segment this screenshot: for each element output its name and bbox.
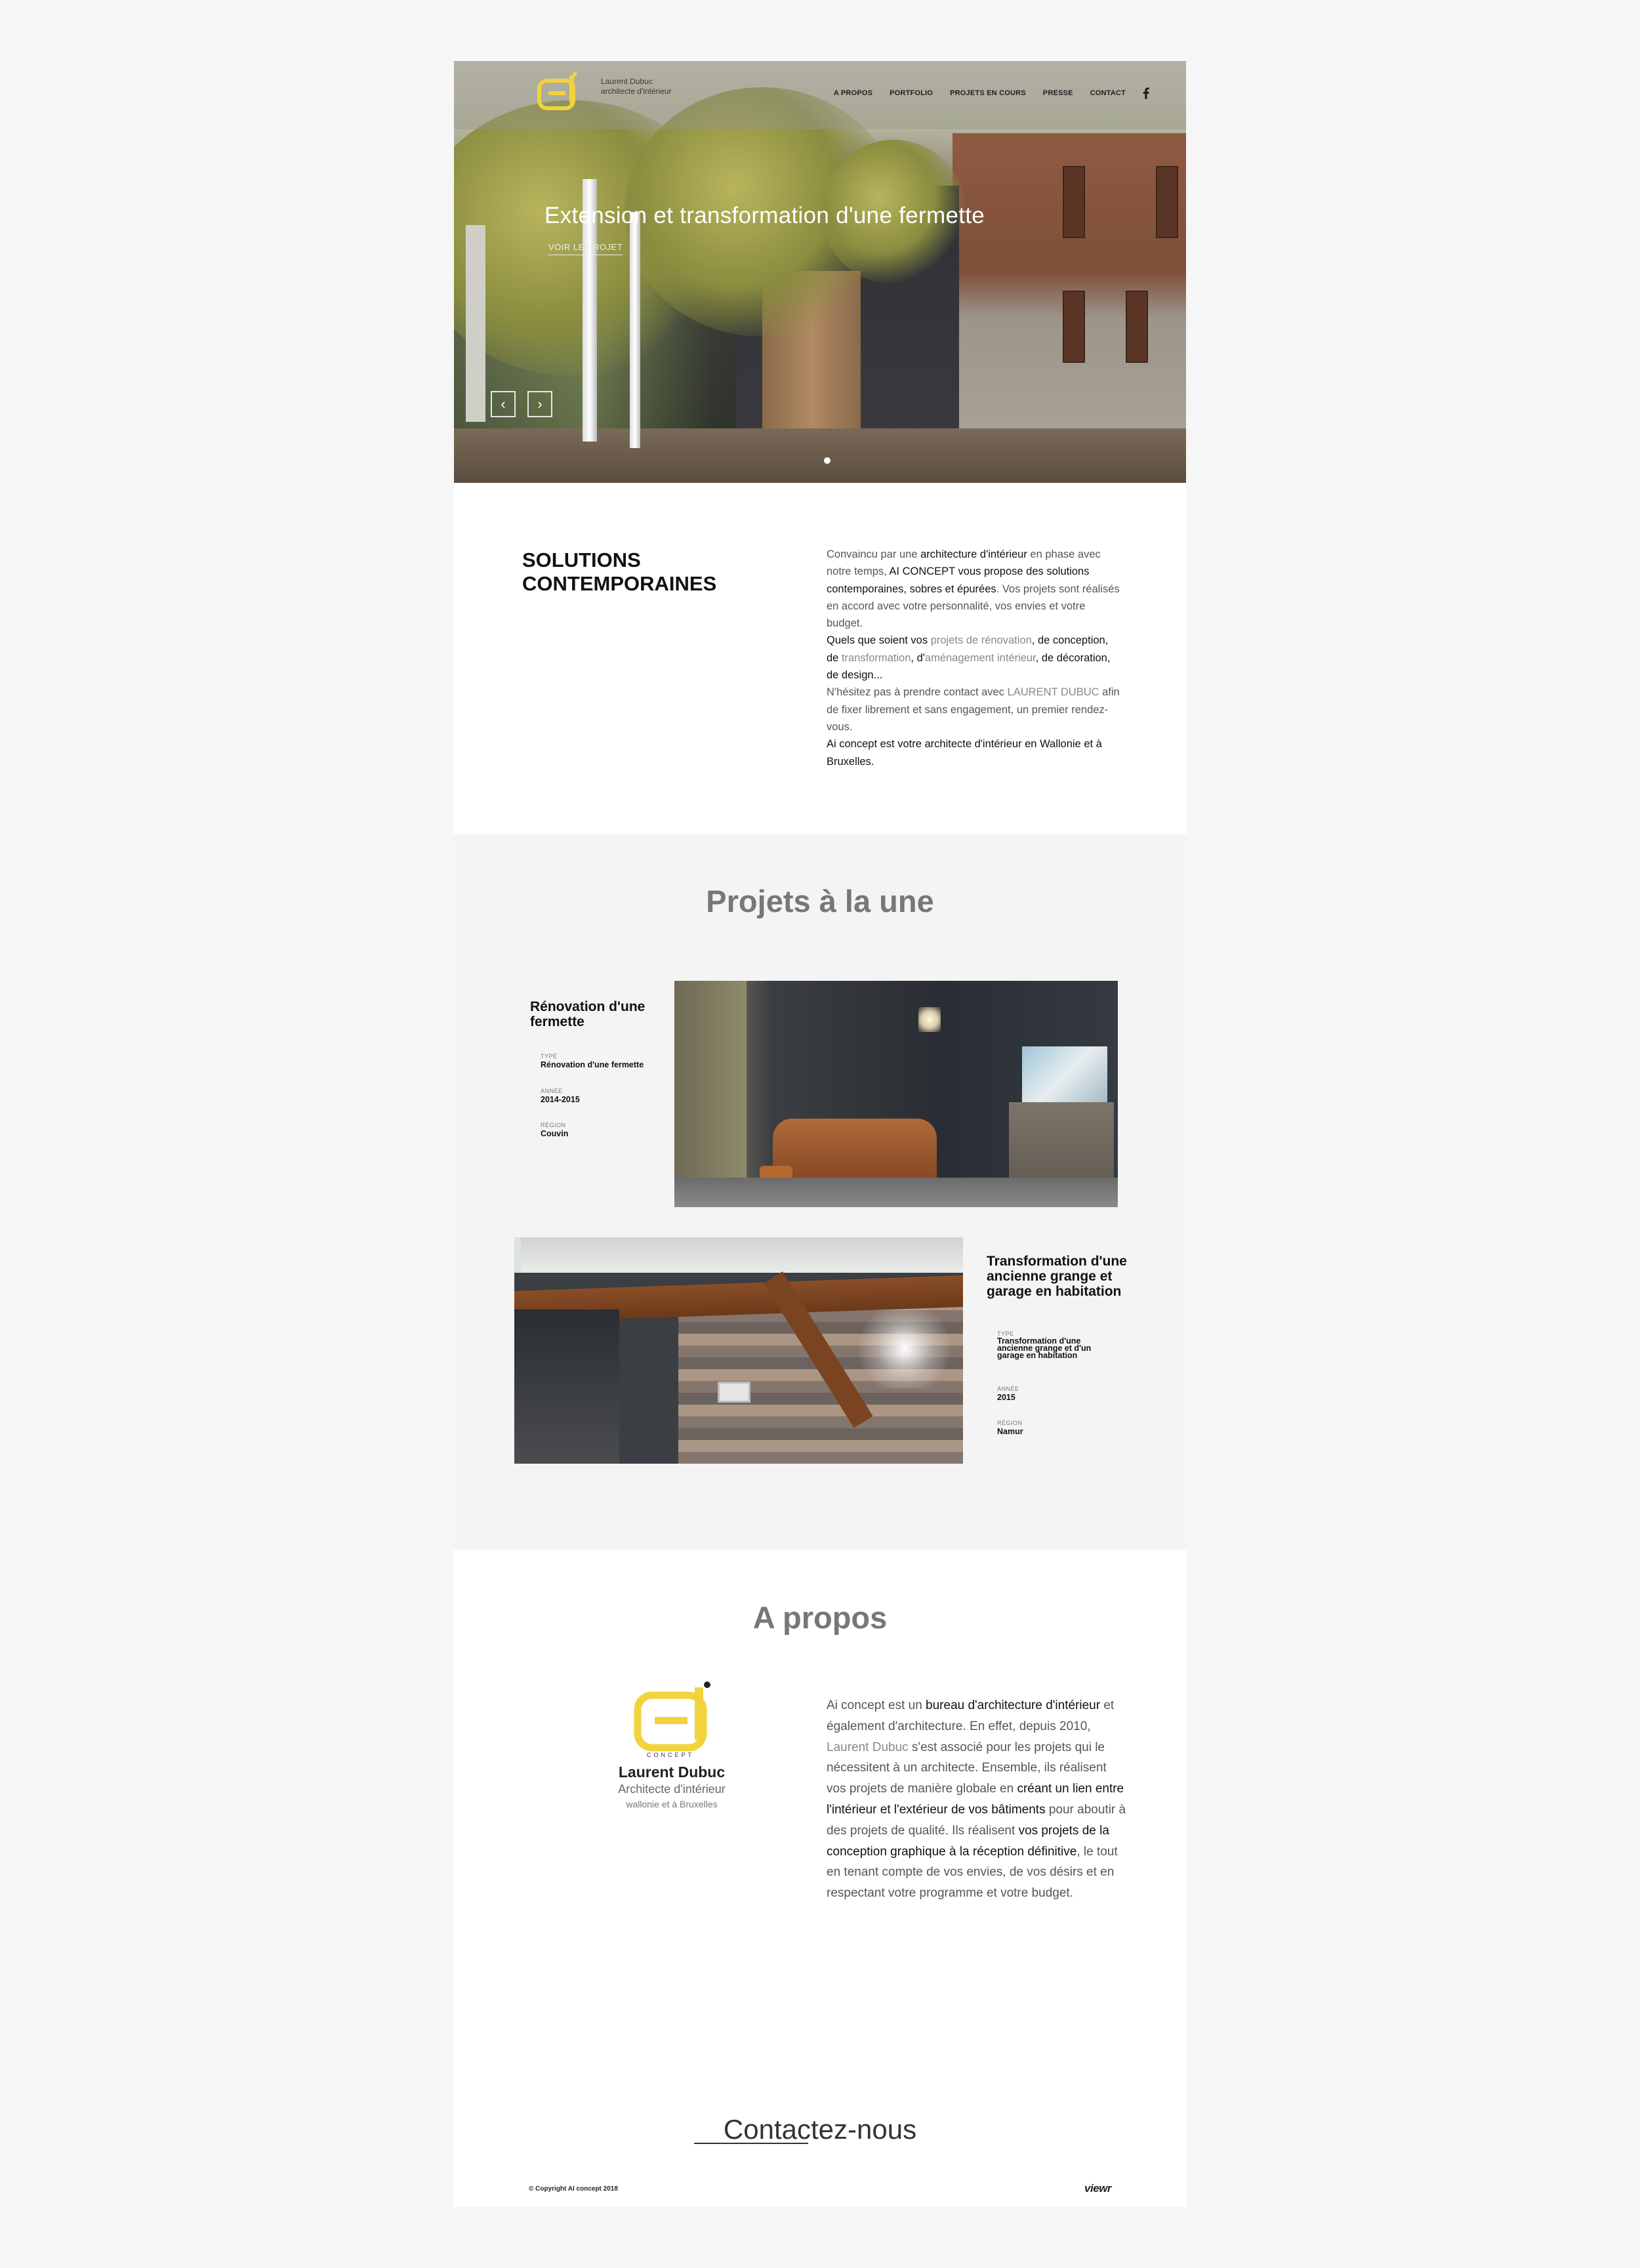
view-project-link[interactable]: VOIR LE PROJET [548, 242, 623, 255]
about-section: A propos CONCEPT Laurent Dubuc Architect… [454, 1550, 1186, 2207]
copyright: © Copyright AI concept 2018 [529, 2185, 618, 2193]
contact-underline [694, 2143, 808, 2144]
chevron-left-icon: ‹ [501, 396, 506, 412]
nav-a-propos[interactable]: A PROPOS [834, 89, 872, 97]
slider-next-button[interactable]: › [527, 391, 552, 417]
link-laurent-dubuc[interactable]: LAURENT DUBUC [1008, 686, 1099, 698]
logo[interactable] [537, 72, 584, 113]
about-title: A propos [752, 1600, 888, 1635]
about-role: Architecte d'intérieur [618, 1783, 726, 1796]
about-logo: CONCEPT [632, 1681, 718, 1758]
projects-title: Projets à la une [706, 884, 934, 918]
project-image-grange[interactable] [514, 1237, 963, 1464]
project-region: Namur [997, 1427, 1023, 1436]
solutions-text: Convaincu par une architecture d'intérie… [827, 548, 1120, 768]
project-title: Rénovation d'une fermette [530, 999, 646, 1029]
nav-presse[interactable]: PRESSE [1043, 89, 1073, 97]
project-title: Transformation d'une ancienne grange et … [987, 1254, 1127, 1299]
solutions-title: SOLUTIONS CONTEMPORAINES [522, 548, 717, 595]
svg-text:CONCEPT: CONCEPT [647, 1752, 694, 1758]
ai-concept-logo-icon: CONCEPT [634, 1681, 710, 1758]
logo-icon [537, 72, 577, 110]
project-year: 2015 [997, 1393, 1015, 1402]
link-projets-renovation[interactable]: projets de rénovation [931, 634, 1032, 646]
logo-text: Laurent Dubuc architecte d'intérieur [601, 77, 672, 96]
hero-title: Extension et transformation d'une fermet… [544, 203, 985, 228]
about-name: Laurent Dubuc [618, 1763, 726, 1781]
about-region: wallonie et à Bruxelles [626, 1799, 718, 1809]
solutions-section: SOLUTIONS CONTEMPORAINES Convaincu par u… [454, 483, 1186, 835]
contact-link[interactable]: Contactez-nous [454, 2114, 1186, 2145]
about-text: Ai concept est un bureau d'architecture … [827, 1699, 1126, 1901]
link-laurent-dubuc[interactable]: Laurent Dubuc [827, 1741, 909, 1754]
link-amenagement[interactable]: aménagement intérieur [925, 652, 1036, 664]
projects-section: Projets à la une Rénovation d'une fermet… [454, 835, 1186, 1550]
project-year: 2014-2015 [541, 1095, 580, 1104]
credit-logo[interactable]: viewr [1084, 2182, 1111, 2195]
nav-portfolio[interactable]: PORTFOLIO [890, 89, 933, 97]
link-transformation[interactable]: transformation [842, 652, 911, 664]
project-type: Transformation d'une ancienne grange et … [997, 1336, 1092, 1360]
slider-prev-button[interactable]: ‹ [491, 391, 516, 417]
hero-slider: Laurent Dubuc architecte d'intérieur A P… [454, 61, 1186, 483]
project-type: Rénovation d'une fermette [541, 1060, 644, 1069]
page: Laurent Dubuc architecte d'intérieur A P… [454, 61, 1186, 2207]
project-region: Couvin [541, 1129, 569, 1138]
project-image-renovation[interactable] [674, 981, 1118, 1207]
slider-indicator[interactable] [824, 457, 830, 464]
main-nav: A PROPOS PORTFOLIO PROJETS EN COURS PRES… [834, 87, 1149, 99]
nav-projets-en-cours[interactable]: PROJETS EN COURS [950, 89, 1026, 97]
facebook-icon[interactable] [1143, 87, 1149, 99]
nav-contact[interactable]: CONTACT [1090, 89, 1126, 97]
chevron-right-icon: › [537, 396, 543, 412]
